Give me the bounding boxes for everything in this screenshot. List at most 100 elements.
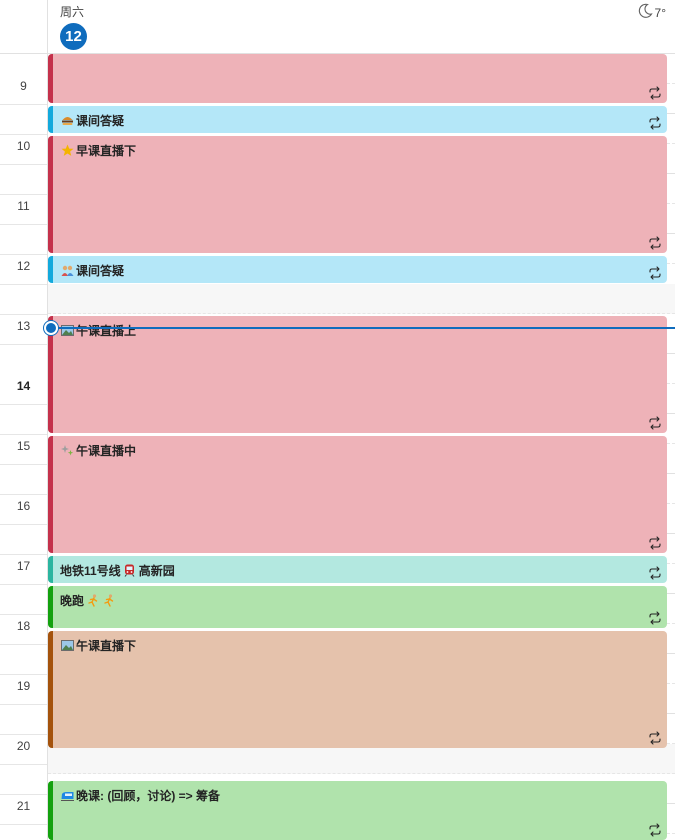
moon-icon: [637, 3, 653, 22]
event-title-text: 早课直播下: [76, 144, 137, 158]
event-block[interactable]: 晚跑: [48, 586, 667, 628]
event-block[interactable]: 午课直播上: [48, 316, 667, 433]
time-slot[interactable]: [48, 284, 675, 314]
gutter-tick: [0, 164, 47, 165]
sparkle-emoji-icon: [60, 444, 74, 458]
time-slot[interactable]: [48, 744, 675, 774]
hour-label-10: 10: [16, 139, 31, 153]
people-emoji-icon: [60, 264, 74, 278]
gutter-tick: [0, 134, 47, 135]
event-color-bar: [48, 106, 53, 133]
gutter-tick: [0, 314, 47, 315]
event-block[interactable]: 午课直播下: [48, 631, 667, 748]
hour-label-18: 18: [16, 619, 31, 633]
event-block[interactable]: 地铁11号线 高新园: [48, 556, 667, 583]
repeat-icon: [648, 566, 662, 580]
current-time-indicator: [44, 321, 58, 335]
event-color-bar: [48, 136, 53, 253]
event-title: 地铁11号线 高新园: [60, 562, 175, 579]
hour-label-17: 17: [16, 559, 31, 573]
gutter-tick: [0, 614, 47, 615]
event-title: 晚课: (回顾，讨论) => 筹备: [60, 787, 220, 804]
gutter-tick: [0, 764, 47, 765]
star-emoji-icon: [60, 144, 74, 158]
metro-emoji-icon: [123, 564, 137, 578]
event-title: 晚跑: [60, 592, 116, 609]
hour-label-12: 12: [16, 259, 31, 273]
event-title-text: 地铁11号线: [60, 564, 121, 578]
gutter-tick: [0, 584, 47, 585]
event-title-text: 午课直播下: [76, 639, 137, 653]
event-title: 课间答疑: [60, 112, 124, 129]
repeat-icon: [648, 731, 662, 745]
event-color-bar: [48, 631, 53, 748]
gutter-tick: [0, 674, 47, 675]
hour-label-15: 15: [16, 439, 31, 453]
hamburger-emoji-icon: [60, 114, 74, 128]
gutter-tick: [0, 794, 47, 795]
time-grid: 9 10 11 12 13 14 15 16 17 18 19 20 21 课间…: [0, 54, 675, 840]
repeat-icon: [648, 236, 662, 250]
repeat-icon: [648, 536, 662, 550]
train-emoji-icon: [60, 789, 74, 803]
event-block[interactable]: 午课直播中: [48, 436, 667, 553]
event-title: 午课直播中: [60, 442, 136, 459]
event-title-text: 晚跑: [60, 594, 85, 608]
gutter-tick: [0, 104, 47, 105]
hour-label-19: 19: [16, 679, 31, 693]
gutter-tick: [0, 524, 47, 525]
weather-indicator[interactable]: 7°: [637, 3, 666, 22]
gutter-tick: [0, 554, 47, 555]
gutter-tick: [0, 644, 47, 645]
gutter-divider: [47, 0, 48, 54]
gutter-tick: [0, 464, 47, 465]
event-block[interactable]: 课间答疑: [48, 256, 667, 283]
repeat-icon: [648, 416, 662, 430]
event-block[interactable]: 早课直播下: [48, 136, 667, 253]
event-color-bar: [48, 586, 53, 628]
gutter-tick: [0, 734, 47, 735]
gutter-tick: [0, 344, 47, 345]
event-title: 午课直播上: [60, 322, 136, 339]
gutter-tick: [0, 704, 47, 705]
event-title: 课间答疑: [60, 262, 124, 279]
today-date-badge[interactable]: 12: [60, 23, 87, 50]
event-title: 午课直播下: [60, 637, 136, 654]
event-color-bar: [48, 556, 53, 583]
event-title-text: 课间答疑: [76, 114, 125, 128]
repeat-icon: [648, 86, 662, 100]
gutter-tick: [0, 494, 47, 495]
event-color-bar: [48, 54, 53, 103]
hour-label-9: 9: [20, 79, 27, 93]
repeat-icon: [648, 611, 662, 625]
hour-label-21: 21: [16, 799, 31, 813]
repeat-icon: [648, 823, 662, 837]
gutter-tick: [0, 434, 47, 435]
gutter-tick: [0, 404, 47, 405]
event-block[interactable]: [48, 54, 667, 103]
gutter-tick: [0, 194, 47, 195]
hour-label-20: 20: [16, 739, 31, 753]
temperature-label: 7°: [654, 5, 666, 20]
event-color-bar: [48, 436, 53, 553]
event-title-text: 课间答疑: [76, 264, 125, 278]
event-block[interactable]: 课间答疑: [48, 106, 667, 133]
event-title-text: 晚课: (回顾，讨论) => 筹备: [76, 789, 221, 803]
runner-emoji-icon: [86, 594, 100, 608]
picture-emoji-icon: [60, 639, 74, 653]
event-color-bar: [48, 256, 53, 283]
hour-label-11: 11: [17, 199, 30, 213]
gutter-tick: [0, 224, 47, 225]
gutter-tick: [0, 254, 47, 255]
picture-emoji-icon: [60, 324, 74, 338]
current-time-line: [51, 327, 675, 329]
event-block[interactable]: 晚课: (回顾，讨论) => 筹备: [48, 781, 667, 840]
gutter-tick: [0, 284, 47, 285]
repeat-icon: [648, 266, 662, 280]
runner-emoji-icon: [102, 594, 116, 608]
repeat-icon: [648, 116, 662, 130]
event-title-text: 午课直播上: [76, 324, 137, 338]
hour-label-16: 16: [16, 499, 31, 513]
day-header: 周六 12 7°: [0, 0, 675, 54]
hour-label-14: 14: [16, 379, 31, 393]
